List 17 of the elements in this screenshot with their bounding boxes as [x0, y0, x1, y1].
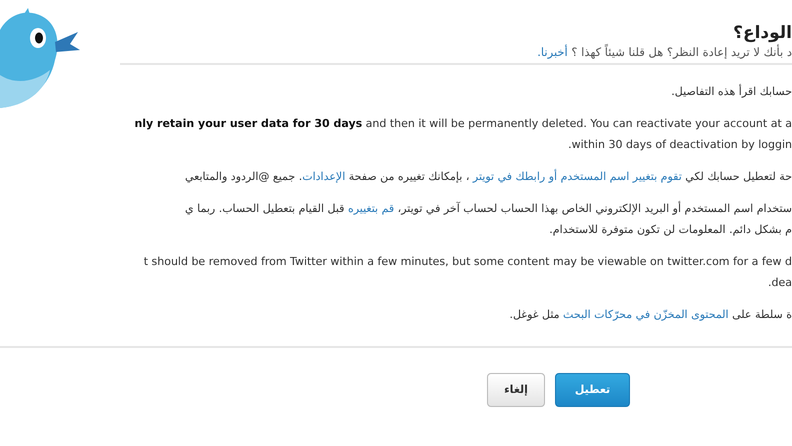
text-line: t should be removed from Twitter within a few minutes, but some content may be viewable on twitter.com for a few d	[142, 254, 792, 269]
link[interactable]: أخبرنا.	[537, 45, 568, 59]
link[interactable]: المحتوى المخزّن في محرّكات البحث	[563, 308, 729, 321]
link[interactable]: تقوم بتغيير اسم المستخدم أو رابطك في تويتر	[472, 170, 682, 183]
text-line: .within 30 days of deactivation by loggin	[567, 137, 792, 152]
text-line: nly retain your user data for 30 days and then it will be permanently deleted. You can reactivate your account at a	[133, 116, 792, 131]
text-line: ستخدام اسم المستخدم أو البريد الإلكتروني الخاص بهذا الحساب لحساب آخر في تويتر، قم بتغييره قبل القيام بتعطيل الحساب. ربما ي	[184, 201, 792, 216]
cancel-button[interactable]: إلغاء	[487, 373, 545, 407]
text-line: ة سلطة على المحتوى المخزّن في محرّكات البحث مثل غوغل.	[508, 307, 792, 322]
text-line: .dea	[767, 275, 792, 290]
text-line: حسابك اقرأ هذه التفاصيل.	[670, 84, 792, 99]
text-line: م بشكل دائم. المعلومات لن تكون متوفرة للاستخدام.	[548, 222, 792, 237]
link[interactable]: الإعدادات	[302, 170, 346, 183]
deactivate-button[interactable]: تعطيل	[555, 373, 630, 407]
dialog-title: الوداع؟	[732, 22, 792, 44]
link[interactable]: قم بتغييره	[348, 202, 394, 215]
text-line: حة لتعطيل حسابك لكي تقوم بتغيير اسم المستخدم أو رابطك في تويتر ، بإمكانك تغييره من صفحة الإعدادات. جميع @الردود والمتابعي	[184, 169, 792, 184]
